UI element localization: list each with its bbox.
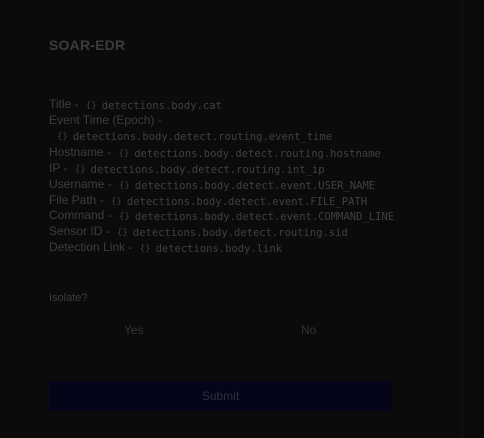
template-value: {} detections.body.detect.routing.event_t… xyxy=(53,129,332,145)
soar-edr-form: SOAR-EDR Title - {} detections.body.cat E… xyxy=(0,0,463,438)
curly-braces-icon: {} xyxy=(139,244,151,254)
field-label: Hostname - xyxy=(49,145,112,159)
field-label: Title - xyxy=(49,97,79,111)
curly-braces-icon: {} xyxy=(57,132,68,142)
submit-button[interactable]: Submit xyxy=(49,381,392,411)
field-event-time: {} detections.body.detect.routing.event_t… xyxy=(53,127,332,145)
field-label: Detection Link - xyxy=(49,240,133,254)
field-label: Sensor ID - xyxy=(49,224,110,238)
field-event-time-label: Event Time (Epoch) - xyxy=(49,112,162,128)
isolate-label: Isolate? xyxy=(49,292,88,304)
field-label: File Path - xyxy=(49,193,104,207)
form-title: SOAR-EDR xyxy=(49,37,126,53)
field-label: Command - xyxy=(49,208,112,222)
template-value: {} detections.body.link xyxy=(136,241,282,257)
field-label: IP - xyxy=(49,161,68,175)
template-expression: detections.body.detect.routing.event_tim… xyxy=(72,131,333,143)
template-expression: detections.body.link xyxy=(155,243,282,255)
isolate-yes-button[interactable]: Yes xyxy=(124,323,144,337)
isolate-no-button[interactable]: No xyxy=(301,323,316,337)
field-label: Username - xyxy=(49,177,112,191)
field-detection-link: Detection Link - {} detections.body.link xyxy=(49,239,282,257)
field-label: Event Time (Epoch) - xyxy=(49,113,162,127)
